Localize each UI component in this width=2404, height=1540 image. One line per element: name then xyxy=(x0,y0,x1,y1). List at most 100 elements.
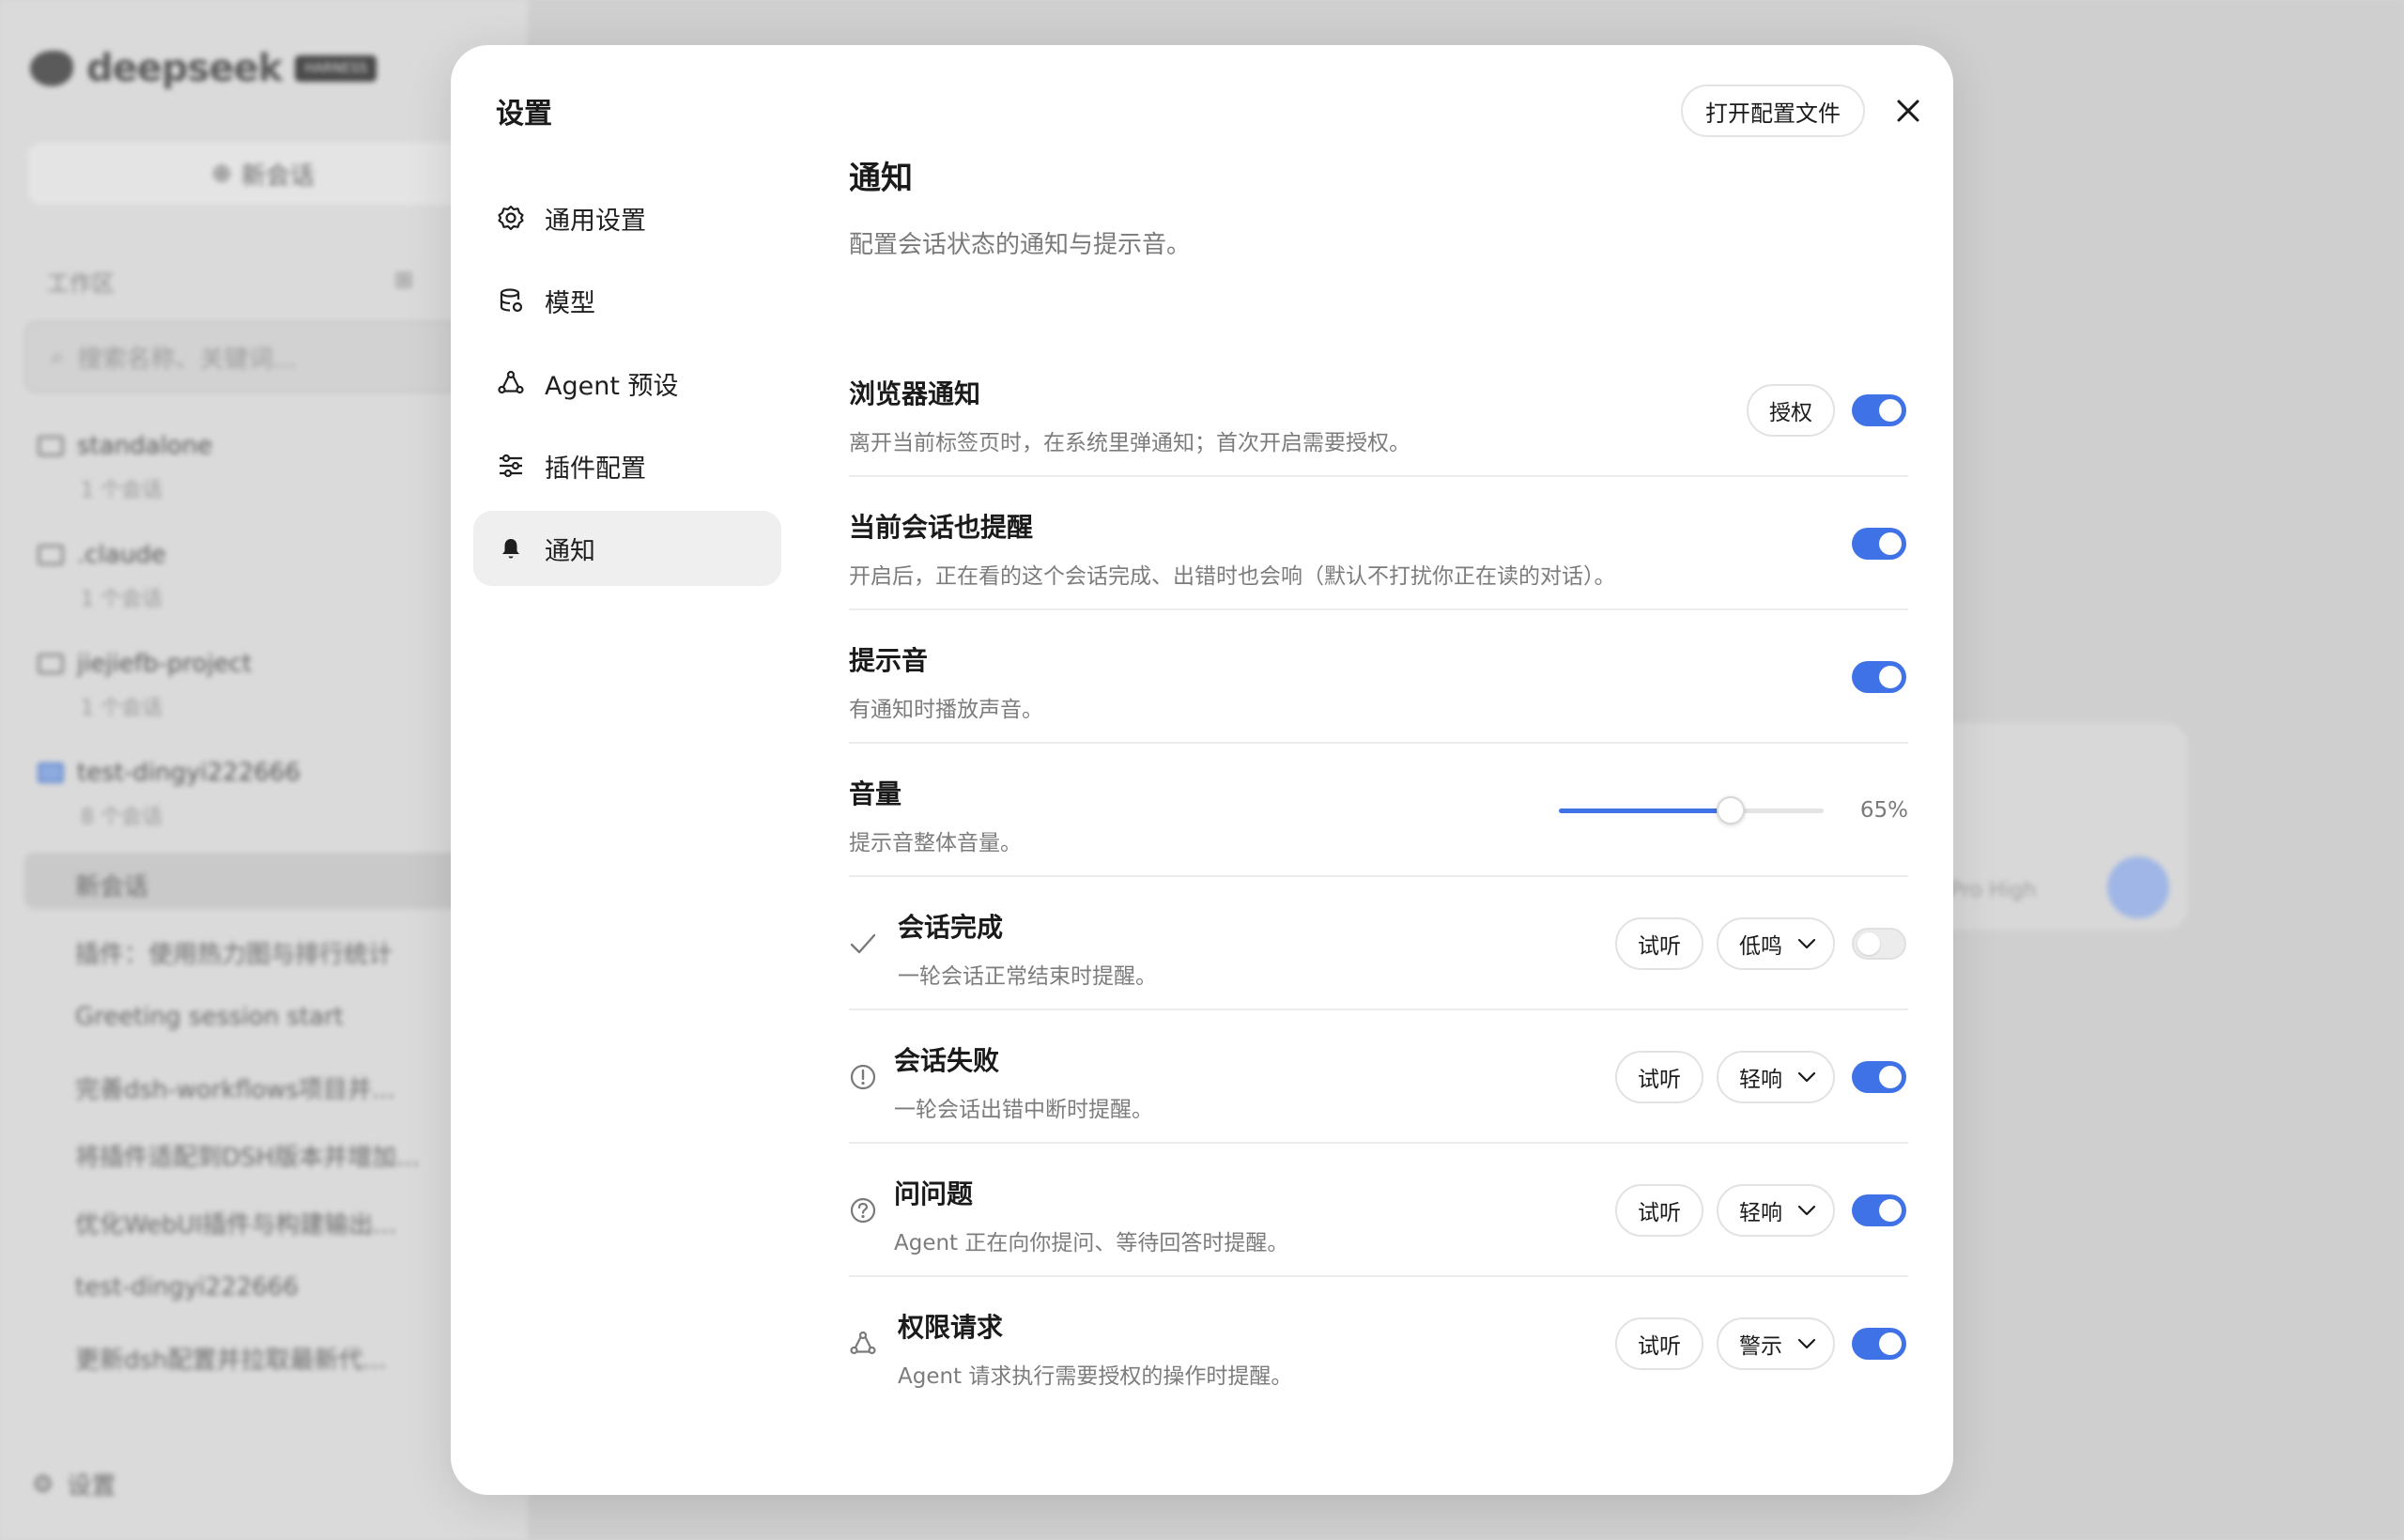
agent-icon xyxy=(496,368,526,398)
row-title: 提示音 xyxy=(849,645,929,676)
new-chat-label: 新会话 xyxy=(240,162,315,191)
row-controls: 65% xyxy=(1559,744,1908,877)
session-item: 插件：使用热力图与排行统计 xyxy=(75,941,393,969)
project-name: jiejiefb-project xyxy=(77,650,253,678)
project-item: jiejiefb-project 1 个会话 xyxy=(38,650,488,721)
toggle-knob xyxy=(1857,932,1880,955)
folder-icon xyxy=(38,545,64,565)
session-complete-row: 会话完成 一轮会话正常结束时提醒。 试听 低鸣 xyxy=(849,877,1908,1010)
database-icon xyxy=(496,285,526,316)
bg-model-text: Pro High xyxy=(1949,879,2037,902)
question-toggle[interactable] xyxy=(1852,1194,1906,1226)
preview-button[interactable]: 试听 xyxy=(1615,1184,1703,1237)
close-icon xyxy=(1897,100,1919,122)
close-button[interactable] xyxy=(1886,88,1931,133)
session-failed-row: 会话失败 一轮会话出错中断时提醒。 试听 轻响 xyxy=(849,1010,1908,1144)
sound-select[interactable]: 轻响 xyxy=(1717,1051,1835,1103)
open-config-button[interactable]: 打开配置文件 xyxy=(1681,85,1865,137)
folder-open-icon xyxy=(38,762,64,783)
nav-item-models[interactable]: 模型 xyxy=(473,263,781,338)
session-item: test-dingyi222666 xyxy=(75,1273,299,1301)
row-description: Agent 正在向你提问、等待回答时提醒。 xyxy=(894,1231,1289,1255)
nav-item-notifications[interactable]: 通知 xyxy=(473,511,781,586)
new-folder-icon: ⊞ xyxy=(394,267,414,293)
sound-select[interactable]: 轻响 xyxy=(1717,1184,1835,1237)
nav-label: 模型 xyxy=(545,288,595,318)
row-description: 开启后，正在看的这个会话完成、出错时也会响（默认不打扰你正在读的对话）。 xyxy=(849,564,1616,589)
project-count: 8 个会话 xyxy=(81,806,162,829)
row-text: 问问题 Agent 正在向你提问、等待回答时提醒。 xyxy=(894,1174,1288,1256)
nav-label: Agent 预设 xyxy=(545,371,679,401)
select-value: 警示 xyxy=(1739,1334,1782,1359)
session-item: Greeting session start xyxy=(75,1003,344,1031)
toggle-knob xyxy=(1879,399,1902,422)
project-name: test-dingyi222666 xyxy=(77,759,300,787)
row-text: 权限请求 Agent 请求执行需要授权的操作时提醒。 xyxy=(898,1307,1292,1390)
sound-toggle[interactable] xyxy=(1852,661,1906,693)
row-description: 一轮会话出错中断时提醒。 xyxy=(894,1098,1153,1122)
slider-thumb[interactable] xyxy=(1717,796,1746,824)
current-session-toggle[interactable] xyxy=(1852,528,1906,560)
browser-notification-toggle[interactable] xyxy=(1852,394,1906,426)
new-chat-button: ⊕ 新会话 xyxy=(28,143,498,205)
row-controls: 试听 轻响 xyxy=(1615,1144,1908,1277)
select-value: 低鸣 xyxy=(1739,934,1782,959)
chevron-down-icon xyxy=(1797,938,1816,949)
row-title: 会话失败 xyxy=(894,1045,1000,1076)
folder-icon xyxy=(38,436,64,456)
row-title: 浏览器通知 xyxy=(849,378,981,409)
toggle-knob xyxy=(1879,1066,1902,1088)
row-controls xyxy=(1848,610,1908,744)
preview-button[interactable]: 试听 xyxy=(1615,1317,1703,1370)
project-item: test-dingyi222666 8 个会话 xyxy=(38,759,488,830)
logo-badge: HARNESS xyxy=(295,55,378,82)
nav-item-plugins[interactable]: 插件配置 xyxy=(473,428,781,503)
volume-slider[interactable] xyxy=(1559,794,1824,826)
sound-select[interactable]: 警示 xyxy=(1717,1317,1835,1370)
row-text: 会话失败 一轮会话出错中断时提醒。 xyxy=(894,1040,1153,1123)
row-title: 问问题 xyxy=(894,1178,974,1209)
whale-logo-icon xyxy=(30,51,73,86)
nav-item-agent-presets[interactable]: Agent 预设 xyxy=(473,346,781,421)
agent-icon xyxy=(849,1330,877,1358)
project-count: 1 个会话 xyxy=(81,697,162,720)
row-title: 当前会话也提醒 xyxy=(849,512,1034,543)
sliders-icon xyxy=(496,451,526,481)
row-text: 会话完成 一轮会话正常结束时提醒。 xyxy=(898,907,1157,990)
toggle-knob xyxy=(1879,666,1902,688)
section-title: 通知 xyxy=(849,160,913,197)
preview-button[interactable]: 试听 xyxy=(1615,917,1703,970)
project-name: standalone xyxy=(77,432,213,460)
chevron-down-icon xyxy=(1797,1338,1816,1349)
preview-button[interactable]: 试听 xyxy=(1615,1051,1703,1103)
nav-label: 通知 xyxy=(545,536,595,566)
logo-text: deepseek xyxy=(86,47,283,90)
row-title: 会话完成 xyxy=(898,912,1004,943)
check-icon xyxy=(849,930,877,958)
gear-icon xyxy=(496,203,526,233)
send-icon xyxy=(2107,856,2169,918)
bg-search-input: ⌕ 搜索名称、关键词... xyxy=(24,321,503,393)
session-item: 新会话 xyxy=(75,873,149,901)
session-item: 完善dsh-workflows项目并... xyxy=(75,1076,395,1104)
authorize-button[interactable]: 授权 xyxy=(1747,384,1835,437)
sound-select[interactable]: 低鸣 xyxy=(1717,917,1835,970)
project-name: .claude xyxy=(77,541,166,569)
project-item: standalone 1 个会话 xyxy=(38,432,488,503)
volume-value: 65% xyxy=(1859,798,1908,823)
permission-toggle[interactable] xyxy=(1852,1328,1906,1360)
row-text: 音量 提示音整体音量。 xyxy=(849,774,1022,856)
section-description: 配置会话状态的通知与提示音。 xyxy=(849,231,1192,259)
session-item: 优化WebUI插件与构建输出... xyxy=(75,1211,397,1240)
row-controls: 试听 低鸣 xyxy=(1615,877,1908,1010)
session-failed-toggle[interactable] xyxy=(1852,1061,1906,1093)
row-description: 有通知时播放声音。 xyxy=(849,698,1043,722)
row-text: 浏览器通知 离开当前标签页时，在系统里弹通知；首次开启需要授权。 xyxy=(849,374,1410,456)
session-complete-toggle[interactable] xyxy=(1852,928,1906,960)
sound-row: 提示音 有通知时播放声音。 xyxy=(849,610,1908,744)
question-row: 问问题 Agent 正在向你提问、等待回答时提醒。 试听 轻响 xyxy=(849,1144,1908,1277)
app-logo: deepseek HARNESS xyxy=(30,47,378,90)
toggle-knob xyxy=(1879,532,1902,555)
nav-item-general[interactable]: 通用设置 xyxy=(473,180,781,255)
search-icon: ⌕ xyxy=(51,342,65,371)
